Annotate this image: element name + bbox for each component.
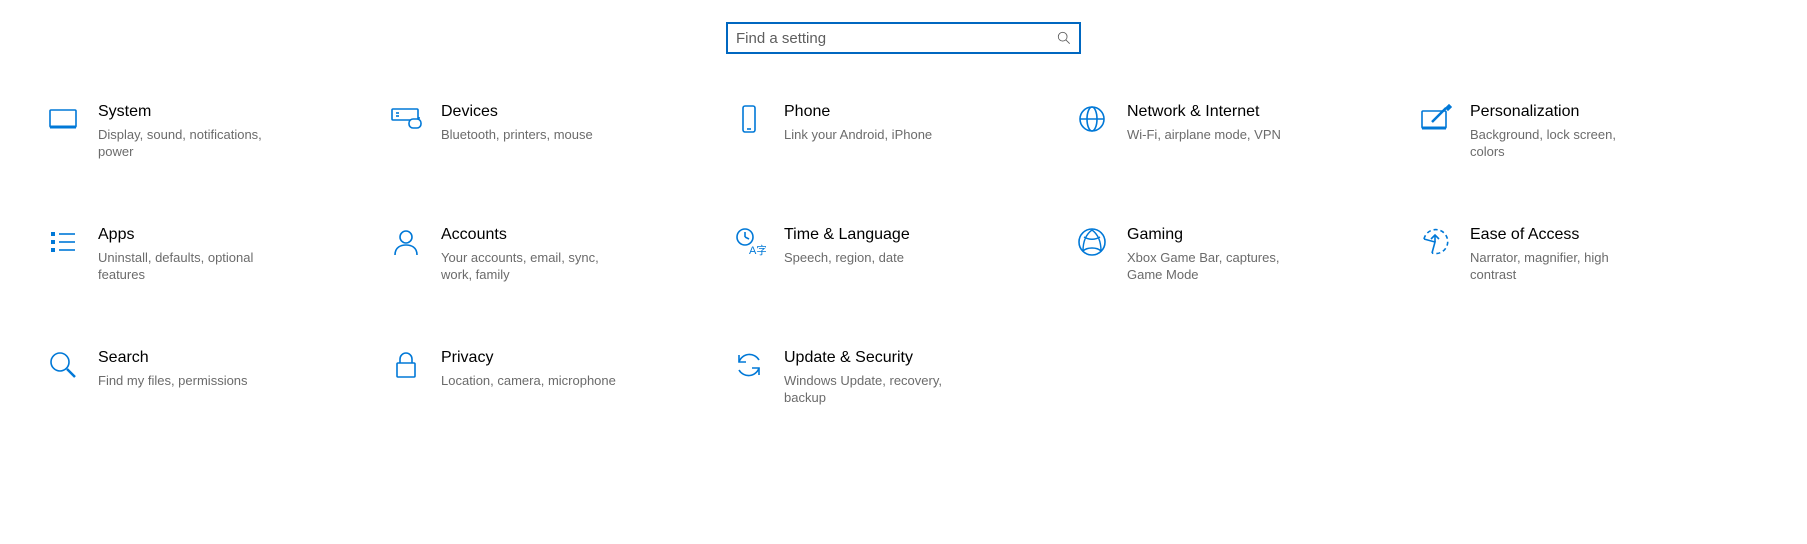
category-desc: Location, camera, microphone <box>441 372 616 389</box>
privacy-icon <box>389 348 423 382</box>
category-desc: Find my files, permissions <box>98 372 248 389</box>
time-language-icon: A字 <box>732 225 766 259</box>
category-desc: Bluetooth, printers, mouse <box>441 126 593 143</box>
category-desc: Xbox Game Bar, captures, Game Mode <box>1127 249 1307 283</box>
category-phone[interactable]: PhoneLink your Android, iPhone <box>732 102 1075 160</box>
settings-grid: SystemDisplay, sound, notifications, pow… <box>0 102 1807 406</box>
category-title: System <box>98 102 278 126</box>
svg-text:A字: A字 <box>749 243 766 257</box>
category-title: Devices <box>441 102 593 126</box>
search-input[interactable] <box>728 24 1079 52</box>
category-personalization[interactable]: PersonalizationBackground, lock screen, … <box>1418 102 1761 160</box>
category-title: Gaming <box>1127 225 1307 249</box>
network-icon <box>1075 102 1109 136</box>
search-box[interactable] <box>726 22 1081 54</box>
category-accounts[interactable]: AccountsYour accounts, email, sync, work… <box>389 225 732 283</box>
category-desc: Your accounts, email, sync, work, family <box>441 249 621 283</box>
devices-icon <box>389 102 423 136</box>
category-gaming[interactable]: GamingXbox Game Bar, captures, Game Mode <box>1075 225 1418 283</box>
category-desc: Narrator, magnifier, high contrast <box>1470 249 1650 283</box>
category-title: Time & Language <box>784 225 910 249</box>
category-search[interactable]: SearchFind my files, permissions <box>46 348 389 406</box>
category-desc: Wi-Fi, airplane mode, VPN <box>1127 126 1281 143</box>
update-security-icon <box>732 348 766 382</box>
apps-icon <box>46 225 80 259</box>
category-system[interactable]: SystemDisplay, sound, notifications, pow… <box>46 102 389 160</box>
category-ease-of-access[interactable]: Ease of AccessNarrator, magnifier, high … <box>1418 225 1761 283</box>
category-title: Network & Internet <box>1127 102 1281 126</box>
category-desc: Display, sound, notifications, power <box>98 126 278 160</box>
category-apps[interactable]: AppsUninstall, defaults, optional featur… <box>46 225 389 283</box>
category-title: Privacy <box>441 348 616 372</box>
category-desc: Link your Android, iPhone <box>784 126 932 143</box>
category-desc: Background, lock screen, colors <box>1470 126 1650 160</box>
category-desc: Uninstall, defaults, optional features <box>98 249 278 283</box>
category-title: Ease of Access <box>1470 225 1650 249</box>
gaming-icon <box>1075 225 1109 259</box>
category-devices[interactable]: DevicesBluetooth, printers, mouse <box>389 102 732 160</box>
category-title: Accounts <box>441 225 621 249</box>
category-title: Phone <box>784 102 932 126</box>
category-desc: Windows Update, recovery, backup <box>784 372 964 406</box>
phone-icon <box>732 102 766 136</box>
search-icon <box>46 348 80 382</box>
category-title: Search <box>98 348 248 372</box>
category-update-security[interactable]: Update & SecurityWindows Update, recover… <box>732 348 1075 406</box>
category-title: Update & Security <box>784 348 964 372</box>
category-title: Personalization <box>1470 102 1650 126</box>
category-privacy[interactable]: PrivacyLocation, camera, microphone <box>389 348 732 406</box>
category-desc: Speech, region, date <box>784 249 910 266</box>
accounts-icon <box>389 225 423 259</box>
ease-of-access-icon <box>1418 225 1452 259</box>
system-icon <box>46 102 80 136</box>
personalization-icon <box>1418 102 1452 136</box>
category-network[interactable]: Network & InternetWi-Fi, airplane mode, … <box>1075 102 1418 160</box>
search-icon <box>1057 31 1071 45</box>
category-title: Apps <box>98 225 278 249</box>
category-time-language[interactable]: A字 Time & LanguageSpeech, region, date <box>732 225 1075 283</box>
